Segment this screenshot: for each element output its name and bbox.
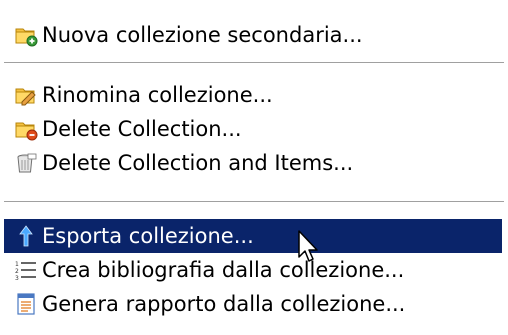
menu-item-export-collection[interactable]: Esporta collezione... (4, 219, 502, 253)
menu-item-delete-collection[interactable]: Delete Collection... (0, 112, 508, 146)
menu-item-label: Genera rapporto dalla collezione... (42, 292, 406, 316)
bibliography-list-icon: 1 2 3 (15, 261, 36, 282)
menu-item-create-bibliography[interactable]: 1 2 3 Crea bibliografia dalla collezione… (0, 253, 508, 287)
menu-item-label: Nuova collezione secondaria... (42, 23, 363, 47)
menu-item-label: Crea bibliografia dalla collezione... (42, 258, 405, 282)
rename-folder-icon (15, 88, 36, 106)
delete-folder-icon (15, 122, 38, 141)
svg-text:3: 3 (15, 275, 19, 282)
menu-item-delete-collection-and-items[interactable]: Delete Collection and Items... (0, 146, 508, 180)
svg-text:1: 1 (15, 261, 19, 268)
export-arrow-icon (19, 225, 33, 247)
menu-separator (4, 62, 504, 64)
new-subcollection-icon (15, 28, 38, 47)
menu-item-label: Rinomina collezione... (42, 83, 273, 107)
trash-can-icon (17, 153, 37, 173)
menu-item-rename-collection[interactable]: Rinomina collezione... (0, 78, 508, 112)
menu-item-label: Delete Collection and Items... (42, 151, 354, 175)
menu-item-generate-report[interactable]: Genera rapporto dalla collezione... (0, 287, 508, 321)
menu-item-label: Esporta collezione... (42, 224, 254, 248)
menu-item-label: Delete Collection... (42, 117, 242, 141)
menu-item-new-subcollection[interactable]: Nuova collezione secondaria... (0, 18, 508, 52)
menu-separator (4, 201, 504, 203)
context-menu: Nuova collezione secondaria... Rinomina … (0, 0, 508, 335)
report-document-icon (17, 293, 35, 315)
svg-text:2: 2 (15, 268, 19, 275)
